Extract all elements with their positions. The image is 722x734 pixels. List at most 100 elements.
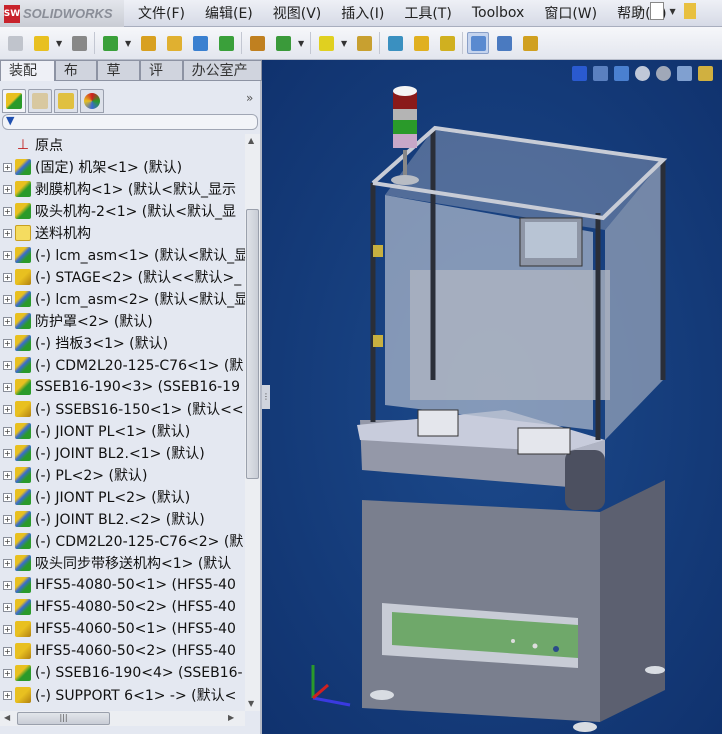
- expand-icon[interactable]: +: [3, 316, 12, 326]
- paperclip-icon[interactable]: [68, 32, 90, 54]
- dropdown-arrow-icon[interactable]: ▼: [341, 39, 349, 48]
- tree-item[interactable]: + (-) PL<2> (默认): [0, 464, 245, 486]
- vertical-scroll-thumb[interactable]: [246, 209, 259, 479]
- expand-icon[interactable]: +: [3, 184, 12, 194]
- property-manager-tab[interactable]: [28, 89, 52, 113]
- open-icon[interactable]: [683, 3, 696, 19]
- expand-panel-icon[interactable]: »: [246, 91, 253, 105]
- expand-icon[interactable]: +: [3, 536, 12, 546]
- tree-item[interactable]: + (-) JIONT PL<2> (默认): [0, 486, 245, 508]
- expand-icon[interactable]: +: [3, 448, 12, 458]
- tree-item[interactable]: + 吸头机构-2<1> (默认<默认_显: [0, 200, 245, 222]
- expand-icon[interactable]: +: [3, 360, 12, 370]
- tab-1[interactable]: 布局: [54, 60, 98, 99]
- tree-item[interactable]: + (-) JOINT BL2.<2> (默认): [0, 508, 245, 530]
- horizontal-scroll-thumb[interactable]: |||: [17, 712, 110, 725]
- tree-item[interactable]: + (-) SSEBS16-150<1> (默认<<: [0, 398, 245, 420]
- tab-4[interactable]: 办公室产品: [182, 60, 263, 99]
- scroll-up-icon[interactable]: ▲: [248, 136, 254, 145]
- hide-show-icon[interactable]: [163, 32, 185, 54]
- vertical-scrollbar[interactable]: ▲ ▼: [245, 134, 260, 711]
- menu-item[interactable]: 窗口(W): [534, 3, 607, 23]
- tree-item[interactable]: + HFS5-4060-50<1> (HFS5-40: [0, 618, 245, 640]
- menu-item[interactable]: 工具(T): [394, 3, 461, 23]
- menu-item[interactable]: 视图(V): [263, 3, 332, 23]
- tree-item[interactable]: + 吸头同步带移送机构<1> (默认: [0, 552, 245, 574]
- rotate-component-icon[interactable]: [189, 32, 211, 54]
- tree-item[interactable]: + 剥膜机构<1> (默认<默认_显示: [0, 178, 245, 200]
- tree-item[interactable]: + (-) STAGE<2> (默认<<默认>_: [0, 266, 245, 288]
- tree-item[interactable]: ⊥ 原点: [0, 134, 245, 156]
- dropdown-arrow-icon[interactable]: ▼: [298, 39, 306, 48]
- tree-item[interactable]: + (-) CDM2L20-125-C76<1> (默: [0, 354, 245, 376]
- menu-item[interactable]: 插入(I): [331, 3, 394, 23]
- menu-item[interactable]: Toolbox: [462, 5, 535, 21]
- tree-item[interactable]: + HFS5-4060-50<2> (HFS5-40: [0, 640, 245, 662]
- expand-icon[interactable]: +: [3, 272, 12, 282]
- panel-splitter-handle[interactable]: ⋮: [262, 385, 270, 409]
- horizontal-scrollbar[interactable]: ◀ ||| ▶: [0, 711, 245, 726]
- tab-3[interactable]: 评估: [140, 60, 183, 99]
- move-component-icon[interactable]: [215, 32, 237, 54]
- appearance-manager-tab[interactable]: [80, 89, 104, 113]
- expand-icon[interactable]: +: [3, 602, 12, 612]
- tree-item[interactable]: + SSEB16-190<3> (SSEB16-19: [0, 376, 245, 398]
- menu-item[interactable]: 文件(F): [128, 3, 195, 23]
- tree-item[interactable]: + HFS5-4080-50<1> (HFS5-40: [0, 574, 245, 596]
- open-assembly-icon[interactable]: [30, 32, 52, 54]
- expand-icon[interactable]: +: [3, 338, 12, 348]
- expand-icon[interactable]: +: [3, 646, 12, 656]
- expand-icon[interactable]: +: [3, 668, 12, 678]
- expand-icon[interactable]: +: [3, 690, 12, 700]
- expand-icon[interactable]: +: [3, 470, 12, 480]
- section-view-icon[interactable]: [519, 32, 541, 54]
- bill-of-materials-icon[interactable]: [384, 32, 406, 54]
- reference-geometry-icon[interactable]: [315, 32, 337, 54]
- expand-icon[interactable]: +: [3, 294, 12, 304]
- expand-icon[interactable]: +: [3, 162, 12, 172]
- menu-item[interactable]: 编辑(E): [195, 3, 263, 23]
- tree-item[interactable]: + (-) lcm_asm<2> (默认<默认_显: [0, 288, 245, 310]
- expand-icon[interactable]: +: [3, 580, 12, 590]
- new-document-icon[interactable]: [649, 2, 664, 20]
- configuration-manager-tab[interactable]: [54, 89, 78, 113]
- mass-properties-icon[interactable]: [493, 32, 515, 54]
- tree-item[interactable]: + (-) lcm_asm<1> (默认<默认_显: [0, 244, 245, 266]
- pin-icon[interactable]: ⚲: [634, 4, 644, 19]
- tree-item[interactable]: + 防护罩<2> (默认): [0, 310, 245, 332]
- scroll-left-icon[interactable]: ◀: [4, 713, 10, 722]
- graphics-viewport[interactable]: [262, 60, 722, 734]
- feature-manager-tab[interactable]: [2, 89, 26, 113]
- tab-2[interactable]: 草图: [97, 60, 141, 99]
- dropdown-arrow-icon[interactable]: ▼: [125, 39, 133, 48]
- expand-icon[interactable]: +: [3, 382, 12, 392]
- tree-item[interactable]: + (固定) 机架<1> (默认): [0, 156, 245, 178]
- expand-icon[interactable]: +: [3, 250, 12, 260]
- tab-0[interactable]: 装配体: [0, 60, 55, 99]
- insert-component-icon[interactable]: [137, 32, 159, 54]
- expand-icon[interactable]: +: [3, 206, 12, 216]
- expand-icon[interactable]: +: [3, 404, 12, 414]
- exploded-view-icon[interactable]: [353, 32, 375, 54]
- solidworks-logo[interactable]: SW SOLIDWORKS: [0, 0, 124, 27]
- scroll-down-icon[interactable]: ▼: [248, 699, 254, 708]
- tree-item[interactable]: + 送料机构: [0, 222, 245, 244]
- expand-icon[interactable]: +: [3, 426, 12, 436]
- assembly-features-icon[interactable]: [272, 32, 294, 54]
- tree-item[interactable]: + (-) CDM2L20-125-C76<2> (默: [0, 530, 245, 552]
- expand-icon[interactable]: +: [3, 514, 12, 524]
- new-part-icon[interactable]: [4, 32, 26, 54]
- scroll-right-icon[interactable]: ▶: [228, 713, 234, 722]
- interference-detection-icon[interactable]: [410, 32, 432, 54]
- expand-icon[interactable]: +: [3, 492, 12, 502]
- measure-icon[interactable]: [467, 32, 489, 54]
- tree-item[interactable]: + HFS5-4080-50<2> (HFS5-40: [0, 596, 245, 618]
- tree-item[interactable]: + (-) SUPPORT 6<1> -> (默认<: [0, 684, 245, 706]
- tree-item[interactable]: + (-) 挡板3<1> (默认): [0, 332, 245, 354]
- expand-icon[interactable]: +: [3, 624, 12, 634]
- tree-item[interactable]: + (-) JOINT BL2.<1> (默认): [0, 442, 245, 464]
- expand-icon[interactable]: +: [3, 558, 12, 568]
- new-dropdown-icon[interactable]: ▼: [670, 7, 678, 16]
- tree-item[interactable]: + (-) JIONT PL<1> (默认): [0, 420, 245, 442]
- dropdown-arrow-icon[interactable]: ▼: [56, 39, 64, 48]
